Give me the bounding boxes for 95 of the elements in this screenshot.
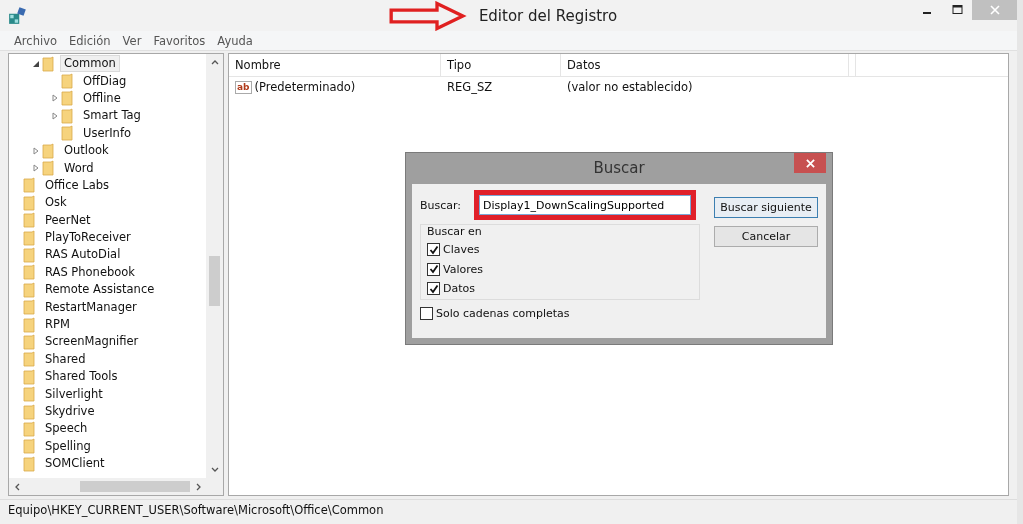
folder-icon [42,142,56,159]
tree-item[interactable]: PeerNet [41,211,95,229]
expanded-triangle-icon[interactable] [32,59,40,68]
tree-item[interactable]: UserInfo [79,124,135,142]
tree-item[interactable]: Outlook [60,142,113,160]
tree-item[interactable]: Spelling [41,437,95,455]
scroll-right-icon[interactable] [196,482,201,491]
folder-icon [23,351,37,368]
folder-icon [23,333,37,350]
string-value-icon: ab [235,80,252,94]
scroll-down-icon[interactable] [210,467,219,472]
menu-item[interactable]: Ayuda [211,33,259,48]
checkbox[interactable] [420,307,433,321]
tree-item[interactable]: RAS Phonebook [41,263,139,281]
vertical-scrollbar[interactable] [206,54,223,478]
folder-icon [23,368,37,385]
checkbox[interactable] [427,243,440,257]
tree-item[interactable]: ScreenMagnifier [41,333,143,351]
tree-item[interactable]: Skydrive [41,403,99,420]
checkbox-label: Datos [443,282,475,296]
menu-item[interactable]: Edición [63,33,117,48]
checkbox-label: Solo cadenas completas [436,307,570,321]
folder-icon [23,420,37,437]
tree-item[interactable]: Speech [41,420,92,438]
tree-item[interactable]: Common [60,55,120,73]
status-bar: Equipo\HKEY_CURRENT_USER\Software\Microsoft\Office\Common [0,499,1017,520]
menu-item[interactable]: Archivo [8,33,63,48]
tree-item[interactable]: Silverlight [41,385,107,403]
close-button[interactable] [794,153,826,173]
scroll-thumb[interactable] [209,256,220,306]
scroll-thumb[interactable] [80,481,190,492]
column-header[interactable]: Datos [561,54,849,76]
folder-icon [23,281,37,298]
folder-icon [23,247,37,263]
checkbox-label: Valores [443,262,483,276]
folder-icon [23,386,37,403]
scroll-up-icon[interactable] [210,60,219,65]
tree-item[interactable]: SOMClient [41,455,109,473]
tree-item[interactable]: OffDiag [79,72,131,90]
minimize-icon [923,12,931,14]
tree-item[interactable]: Smart Tag [79,107,145,125]
menu-item[interactable]: Ver [116,33,148,48]
tree-item[interactable]: Shared Tools [41,368,122,386]
tree-item[interactable]: Office Labs [41,176,113,194]
tree-item[interactable]: RestartManager [41,298,141,316]
table-cell-text: (valor no establecido) [566,79,694,96]
collapsed-triangle-icon[interactable] [32,164,40,173]
folder-icon [23,438,37,455]
registry-editor-icon [8,6,26,25]
dialog-title: Buscar [593,158,645,177]
cancel-button[interactable]: Cancelar [714,226,818,247]
window-title: Editor del Registro [478,6,618,25]
folder-icon [23,403,37,420]
checkbox[interactable] [427,262,440,276]
folder-icon [23,455,37,472]
tree-item[interactable]: Word [60,159,98,177]
folder-icon [23,316,37,333]
search-label: Buscar: [420,198,463,212]
folder-icon [23,177,37,194]
collapsed-triangle-icon[interactable] [51,94,59,103]
table-cell: (Predeterminado) [254,80,356,94]
folder-icon [23,299,37,316]
collapsed-triangle-icon[interactable] [51,111,59,120]
folder-icon [42,55,56,72]
scroll-left-icon[interactable] [15,482,20,491]
column-header[interactable]: Nombre [229,54,441,76]
tree-item[interactable]: PlayToReceiver [41,229,135,247]
horizontal-scrollbar[interactable] [9,478,223,495]
folder-icon [23,194,37,211]
close-icon [989,5,1000,15]
find-next-button[interactable]: Buscar siguiente [714,197,818,218]
checkbox-label: Claves [443,243,480,257]
collapsed-triangle-icon[interactable] [32,146,40,155]
group-label: Buscar en [427,225,483,238]
column-header[interactable]: Tipo [441,54,561,76]
maximize-icon [951,5,963,15]
folder-icon [23,229,37,246]
tree-item[interactable]: RAS AutoDial [41,246,125,264]
folder-icon [23,212,37,229]
close-icon [805,158,815,168]
folder-icon [61,125,75,142]
table-cell-text: REG_SZ [446,79,494,96]
tree-item[interactable]: Shared [41,350,90,368]
search-field[interactable]: Display1_DownScalingSupported [479,195,691,215]
tree-item[interactable]: Osk [41,194,71,212]
folder-icon [42,160,56,177]
tree-item[interactable]: Remote Assistance [41,281,159,299]
menu-item[interactable]: Favoritos [147,33,212,48]
tree-item[interactable]: RPM [41,316,74,334]
folder-icon [61,73,75,90]
folder-icon [23,264,37,281]
checkbox[interactable] [427,282,440,296]
folder-icon [61,90,75,107]
tree-item[interactable]: Offline [79,89,125,107]
folder-icon [61,107,75,124]
